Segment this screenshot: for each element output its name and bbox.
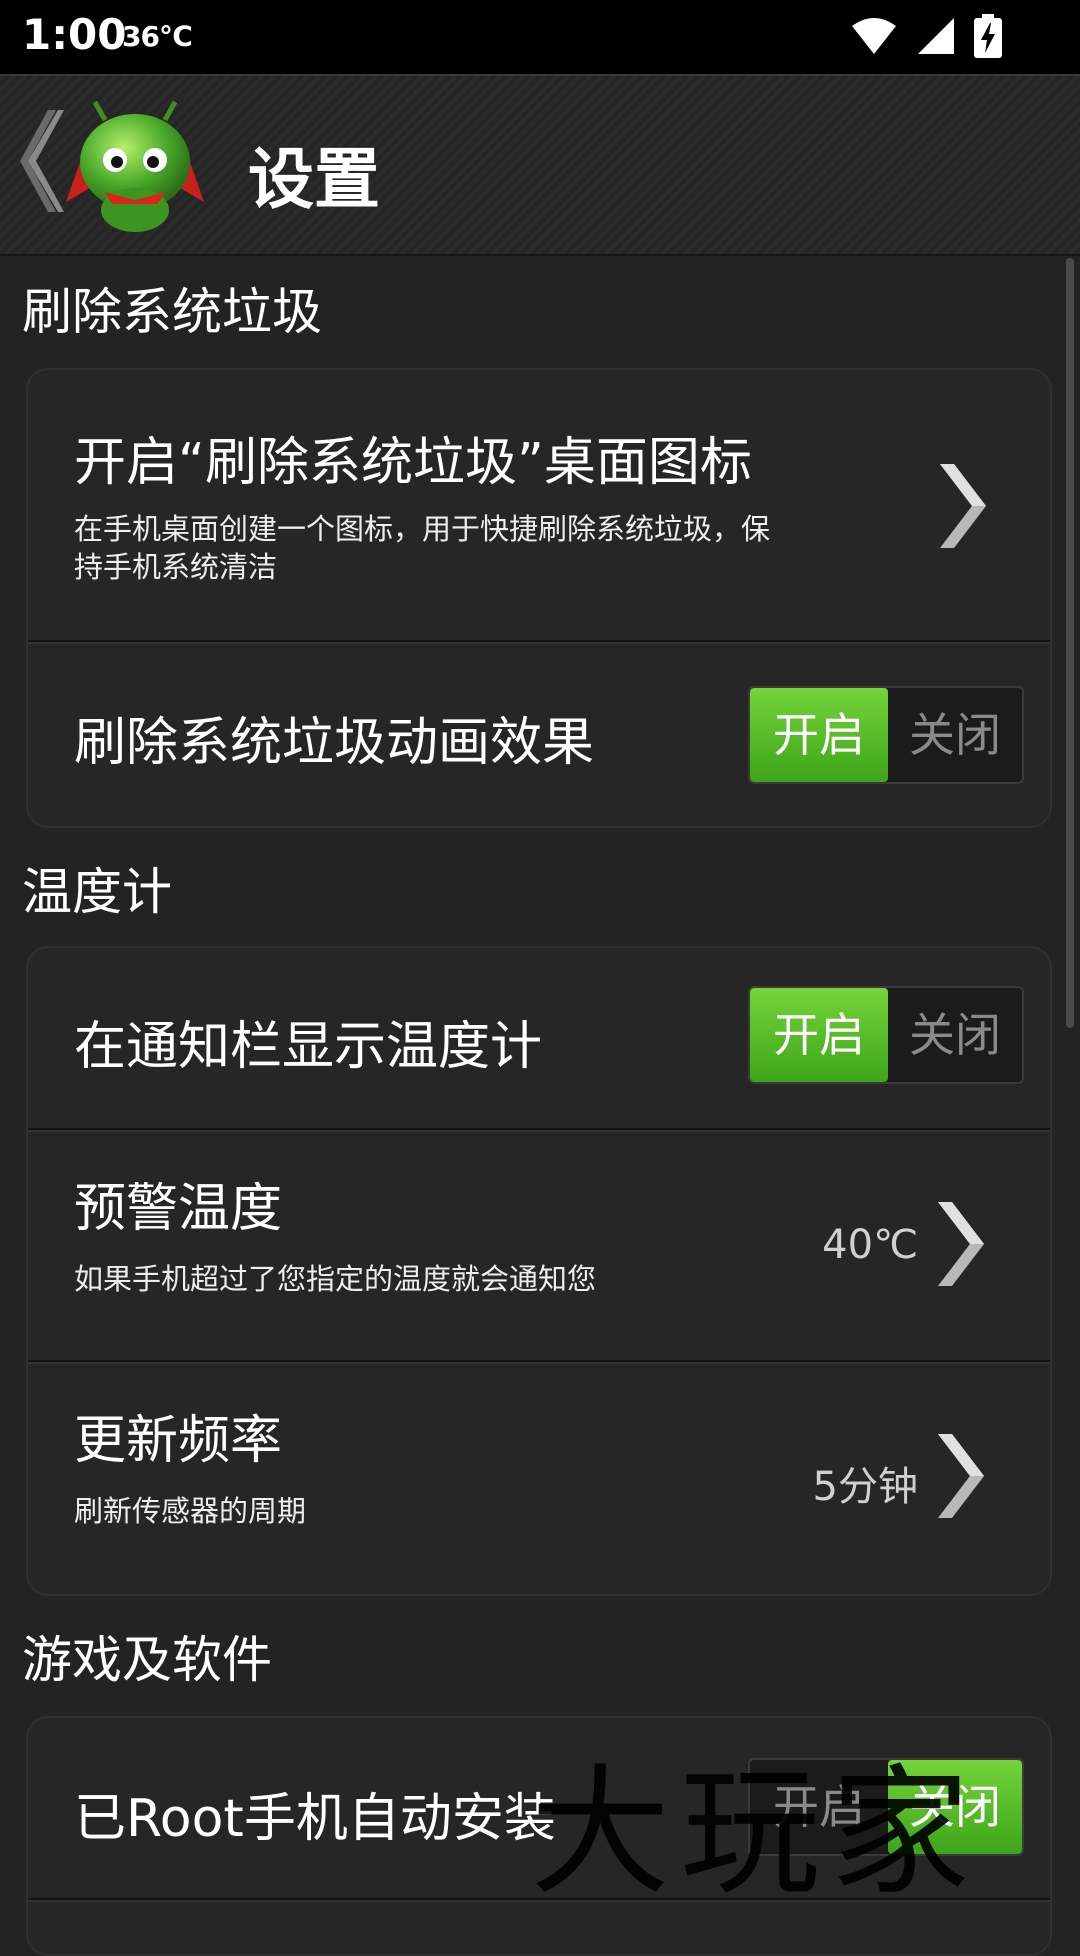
- setting-description: 刷新传感器的周期: [74, 1494, 307, 1528]
- setting-row-warning-temperature[interactable]: 预警温度 如果手机超过了您指定的温度就会通知您 40℃: [28, 1132, 1050, 1360]
- status-time: 1:00: [22, 10, 127, 59]
- toggle-off-option[interactable]: 关闭: [888, 688, 1022, 782]
- chevron-right-icon: [938, 1202, 984, 1286]
- setting-row-animation: 刷除系统垃圾动画效果 开启 关闭: [28, 644, 1050, 826]
- toggle-on-option[interactable]: 开启: [750, 988, 888, 1082]
- title-bar: 设置: [0, 74, 1080, 256]
- status-bar: 1:00 36℃: [0, 0, 1080, 74]
- battery-charging-icon: [974, 14, 1002, 58]
- section-header-games-software: 游戏及软件: [22, 1631, 272, 1689]
- toggle-off-option[interactable]: 关闭: [888, 988, 1022, 1082]
- wifi-icon: [852, 18, 896, 54]
- settings-card-cleanup: 开启“刷除系统垃圾”桌面图标 在手机桌面创建一个图标，用于快捷刷除系统垃圾，保持…: [26, 368, 1052, 828]
- setting-title: 开启“刷除系统垃圾”桌面图标: [74, 433, 752, 493]
- setting-description: 在手机桌面创建一个图标，用于快捷刷除系统垃圾，保持手机系统清洁: [74, 512, 771, 584]
- setting-value: 5分钟: [812, 1464, 918, 1510]
- setting-description: 如果手机超过了您指定的温度就会通知您: [74, 1262, 597, 1296]
- status-temperature: 36℃: [122, 20, 193, 53]
- chevron-right-icon: [938, 1434, 984, 1518]
- setting-row-update-frequency[interactable]: 更新频率 刷新传感器的周期 5分钟: [28, 1364, 1050, 1594]
- setting-title: 已Root手机自动安装: [74, 1789, 556, 1849]
- chevron-right-icon: [940, 464, 986, 548]
- setting-title: 在通知栏显示温度计: [74, 1017, 543, 1077]
- setting-row-desktop-icon[interactable]: 开启“刷除系统垃圾”桌面图标 在手机桌面创建一个图标，用于快捷刷除系统垃圾，保持…: [28, 370, 1050, 640]
- notification-thermometer-toggle[interactable]: 开启 关闭: [748, 986, 1024, 1084]
- settings-card-thermometer: 在通知栏显示温度计 开启 关闭 预警温度 如果手机超过了您指定的温度就会通知您 …: [26, 946, 1052, 1596]
- animation-toggle[interactable]: 开启 关闭: [748, 686, 1024, 784]
- setting-title: 预警温度: [74, 1179, 283, 1239]
- signal-icon: [918, 18, 954, 54]
- scrollbar[interactable]: [1066, 258, 1074, 1028]
- status-icons: [850, 12, 1002, 60]
- setting-row-notification-thermometer: 在通知栏显示温度计 开启 关闭: [28, 948, 1050, 1128]
- setting-title: 更新频率: [74, 1411, 283, 1471]
- section-header-cleanup: 刷除系统垃圾: [22, 283, 322, 341]
- toggle-on-option[interactable]: 开启: [750, 688, 888, 782]
- setting-title: 刷除系统垃圾动画效果: [74, 713, 595, 773]
- page-title: 设置: [248, 141, 380, 218]
- watermark-logo: 大玩家: [530, 1752, 981, 1915]
- setting-value: 40℃: [822, 1222, 918, 1268]
- android-mascot-logo: [66, 100, 204, 232]
- section-header-thermometer: 温度计: [22, 863, 172, 921]
